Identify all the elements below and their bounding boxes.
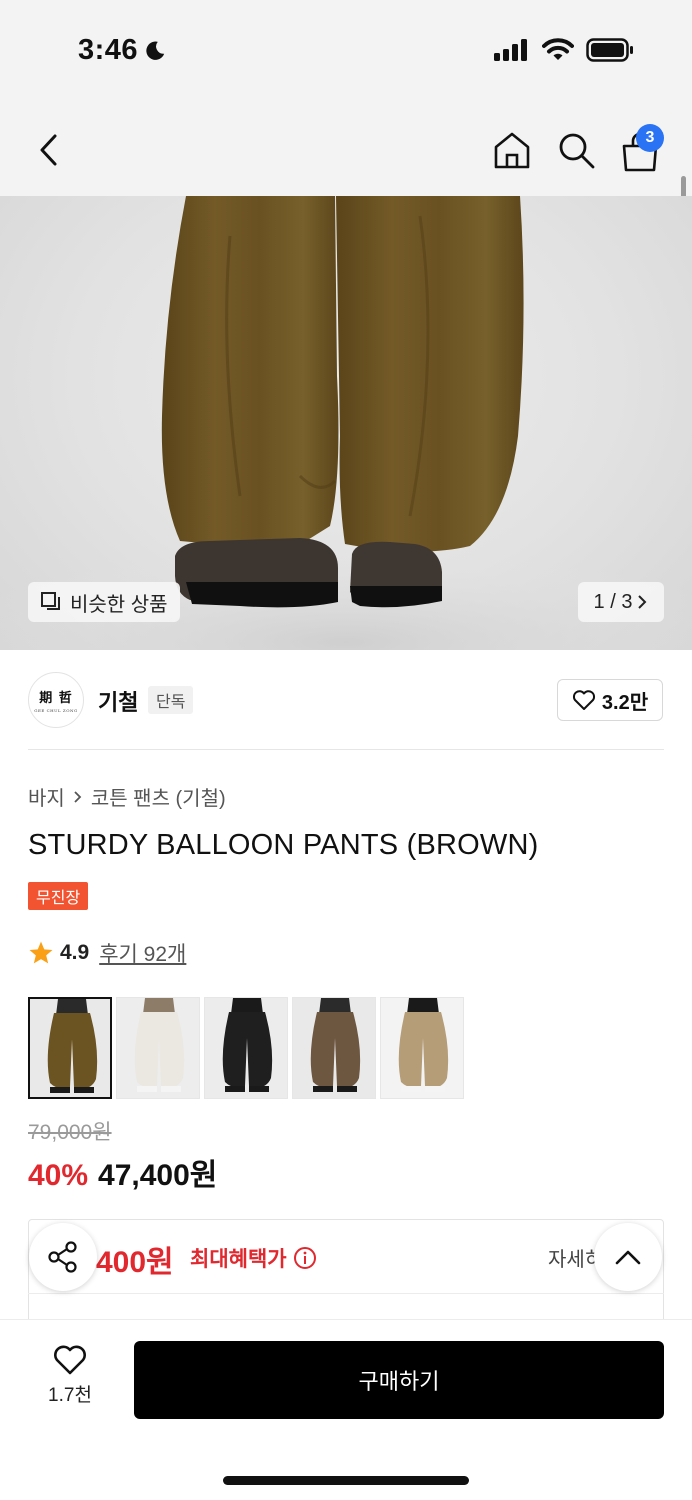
status-time: 3:46 xyxy=(78,34,166,67)
color-thumbnail-image xyxy=(398,998,449,1092)
status-bar: 3:46 xyxy=(0,0,692,100)
color-thumbnail-image xyxy=(222,998,273,1092)
color-thumbnail-dark-brown[interactable] xyxy=(292,997,376,1099)
color-options xyxy=(28,997,464,1099)
wifi-icon xyxy=(542,38,574,60)
color-thumbnail-ivory[interactable] xyxy=(116,997,200,1099)
discount-percent: 40% xyxy=(28,1159,89,1192)
reviews-link[interactable]: 후기 92개 xyxy=(99,938,186,968)
sale-price-row: 40% 47,400원 xyxy=(28,1150,217,1194)
buy-button[interactable]: 구매하기 xyxy=(134,1341,664,1419)
color-thumbnail-black[interactable] xyxy=(204,997,288,1099)
rating-row: 4.9 후기 92개 xyxy=(28,938,186,968)
chevron-right-icon xyxy=(74,790,82,803)
brand-logo-subtext: GEE CHUL ZONG xyxy=(34,708,78,713)
color-thumbnail-image xyxy=(47,999,98,1093)
free-shipping-badge: 무진장 xyxy=(28,882,89,910)
sale-price: 47,400원 xyxy=(98,1159,218,1192)
color-thumbnail-image xyxy=(134,998,185,1092)
star-icon xyxy=(29,941,53,964)
scroll-to-top-button[interactable] xyxy=(594,1223,662,1291)
heart-outline-icon xyxy=(54,1345,86,1375)
brand-like-button[interactable]: 3.2만 xyxy=(557,679,663,721)
divider xyxy=(28,749,664,750)
color-thumbnail-image xyxy=(310,998,361,1092)
battery-icon xyxy=(586,38,633,62)
share-button[interactable] xyxy=(29,1223,97,1291)
brand-like-count: 3.2만 xyxy=(601,691,649,714)
max-benefit-amount: 400원 xyxy=(96,1246,174,1279)
wishlist-button[interactable]: 1.7천 xyxy=(40,1344,100,1407)
brand-logo-text: 期 哲 xyxy=(39,691,73,706)
breadcrumb-subcategory[interactable]: 코튼 팬츠 (기철) xyxy=(91,782,226,811)
cart-count-badge: 3 xyxy=(636,124,664,152)
home-icon[interactable] xyxy=(492,130,532,170)
exclusive-badge: 단독 xyxy=(148,686,194,714)
clock-text: 3:46 xyxy=(78,34,139,66)
color-thumbnail-beige[interactable] xyxy=(380,997,464,1099)
brand-name[interactable]: 기철 xyxy=(98,685,138,717)
moon-icon xyxy=(146,41,165,60)
top-nav xyxy=(0,100,692,196)
wishlist-count: 1.7천 xyxy=(48,1385,92,1406)
home-indicator xyxy=(223,1476,469,1485)
brand-logo[interactable]: 期 哲 GEE CHUL ZONG xyxy=(28,672,84,728)
rating-score: 4.9 xyxy=(60,941,90,964)
breadcrumb: 바지 코튼 팬츠 (기철) xyxy=(28,782,226,811)
back-arrow-icon[interactable] xyxy=(30,130,70,170)
search-icon[interactable] xyxy=(556,130,596,170)
max-benefit-text: 최대혜택가 xyxy=(190,1248,287,1271)
benefit-detail-link[interactable]: 자세히 xyxy=(548,1243,598,1272)
heart-outline-icon xyxy=(572,690,595,710)
copy-squares-icon xyxy=(41,592,60,610)
status-icons xyxy=(494,38,634,62)
chevron-right-icon xyxy=(638,595,647,609)
color-thumbnail-brown[interactable] xyxy=(28,997,112,1099)
product-title: STURDY BALLOON PANTS (BROWN) xyxy=(28,829,539,861)
max-benefit-label: 최대혜택가 xyxy=(190,1243,317,1273)
cellular-signal-icon xyxy=(494,39,527,61)
image-pager-text: 1 / 3 xyxy=(593,590,633,613)
chevron-up-icon xyxy=(615,1250,641,1265)
original-price: 79,000원 xyxy=(28,1121,112,1144)
similar-products-label: 비슷한 상품 xyxy=(70,593,168,616)
info-icon[interactable] xyxy=(293,1246,317,1270)
image-pager-button[interactable]: 1 / 3 xyxy=(578,582,664,622)
breadcrumb-category[interactable]: 바지 xyxy=(28,782,65,811)
share-icon xyxy=(48,1241,77,1273)
divider xyxy=(28,1293,664,1294)
similar-products-button[interactable]: 비슷한 상품 xyxy=(28,582,180,622)
